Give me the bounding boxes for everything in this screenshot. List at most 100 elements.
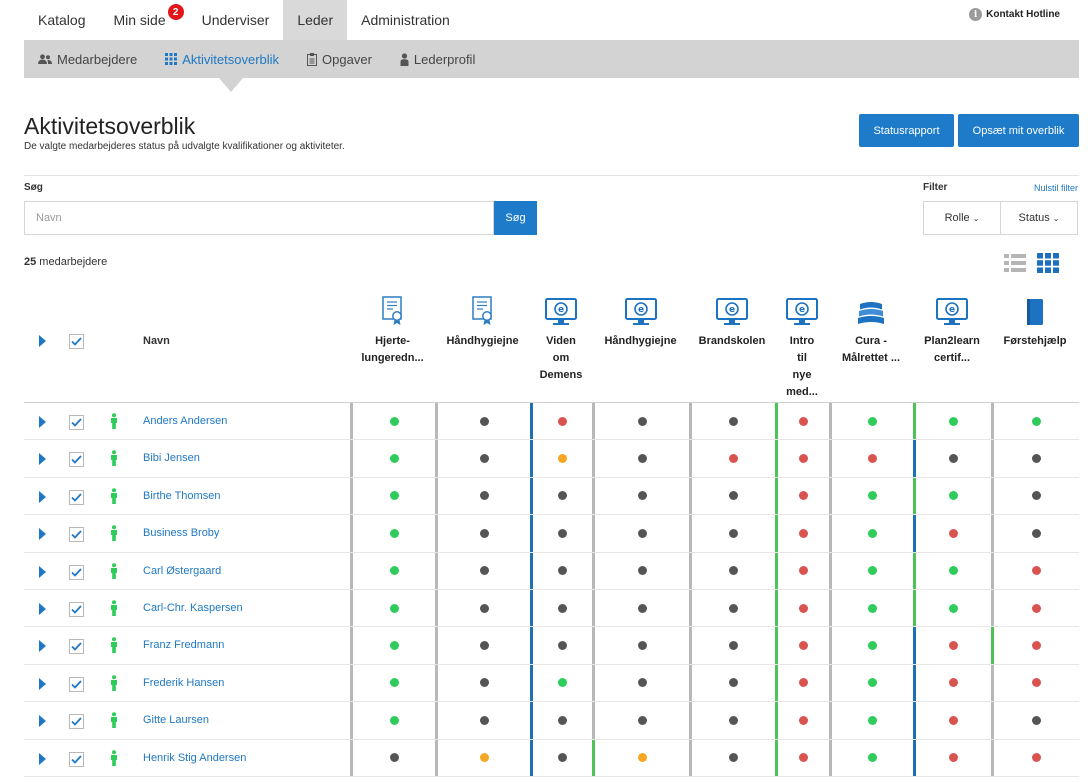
- status-cell[interactable]: [530, 664, 592, 702]
- status-cell[interactable]: [350, 589, 435, 627]
- status-cell[interactable]: [913, 477, 991, 515]
- status-cell[interactable]: [991, 589, 1079, 627]
- row-checkbox[interactable]: [69, 527, 84, 543]
- status-cell[interactable]: [991, 440, 1079, 477]
- contact-hotline-link[interactable]: i Kontakt Hotline: [969, 8, 1060, 21]
- employee-name-link[interactable]: Birthe Thomsen: [143, 490, 220, 502]
- status-cell[interactable]: [913, 440, 991, 477]
- column-header-1[interactable]: Håndhygiejne: [435, 286, 530, 350]
- status-cell[interactable]: [530, 477, 592, 515]
- status-report-button[interactable]: Statusrapport: [859, 114, 954, 147]
- status-cell[interactable]: [775, 477, 829, 515]
- status-cell[interactable]: [435, 552, 530, 589]
- status-cell[interactable]: [689, 702, 775, 739]
- status-cell[interactable]: [592, 515, 689, 552]
- status-dropdown[interactable]: Status ⌄: [1000, 202, 1077, 234]
- status-cell[interactable]: [829, 702, 913, 739]
- expand-row-icon[interactable]: [39, 752, 46, 765]
- tab-leder[interactable]: Leder: [283, 0, 348, 40]
- status-cell[interactable]: [689, 627, 775, 664]
- status-cell[interactable]: [592, 403, 689, 440]
- search-button[interactable]: Søg: [494, 201, 537, 235]
- status-cell[interactable]: [592, 627, 689, 664]
- status-cell[interactable]: [592, 477, 689, 515]
- employee-name-link[interactable]: Business Broby: [143, 527, 219, 539]
- status-cell[interactable]: [435, 702, 530, 739]
- status-cell[interactable]: [991, 515, 1079, 552]
- subnav-item-medarbejdere[interactable]: Medarbejdere: [38, 52, 137, 67]
- status-cell[interactable]: [991, 739, 1079, 776]
- status-cell[interactable]: [350, 664, 435, 702]
- tab-underviser[interactable]: Underviser: [188, 0, 284, 40]
- status-cell[interactable]: [350, 552, 435, 589]
- status-cell[interactable]: [435, 664, 530, 702]
- status-cell[interactable]: [592, 702, 689, 739]
- status-cell[interactable]: [689, 515, 775, 552]
- status-cell[interactable]: [592, 440, 689, 477]
- row-checkbox[interactable]: [69, 676, 84, 692]
- status-cell[interactable]: [829, 664, 913, 702]
- status-cell[interactable]: [435, 739, 530, 776]
- reset-filter-link[interactable]: Nulstil filter: [1034, 183, 1078, 193]
- row-checkbox[interactable]: [69, 489, 84, 505]
- expand-row-icon[interactable]: [39, 602, 46, 615]
- employee-name-link[interactable]: Anders Andersen: [143, 415, 227, 427]
- status-cell[interactable]: [829, 589, 913, 627]
- status-cell[interactable]: [775, 589, 829, 627]
- status-cell[interactable]: [775, 664, 829, 702]
- employee-name-link[interactable]: Carl Østergaard: [143, 565, 221, 577]
- status-cell[interactable]: [592, 552, 689, 589]
- expand-row-icon[interactable]: [39, 640, 46, 653]
- column-header-8[interactable]: Førstehjælp: [991, 286, 1079, 350]
- status-cell[interactable]: [991, 702, 1079, 739]
- status-cell[interactable]: [530, 702, 592, 739]
- expand-row-icon[interactable]: [39, 528, 46, 541]
- status-cell[interactable]: [689, 440, 775, 477]
- status-cell[interactable]: [775, 627, 829, 664]
- status-cell[interactable]: [775, 739, 829, 776]
- status-cell[interactable]: [592, 664, 689, 702]
- status-cell[interactable]: [350, 440, 435, 477]
- tab-administration[interactable]: Administration: [347, 0, 464, 40]
- name-column-header[interactable]: Navn: [143, 335, 170, 347]
- column-header-7[interactable]: e Plan2learn certif...: [913, 286, 991, 367]
- status-cell[interactable]: [775, 552, 829, 589]
- column-header-5[interactable]: e Intro til nye med...: [775, 286, 829, 401]
- status-cell[interactable]: [435, 440, 530, 477]
- status-cell[interactable]: [592, 739, 689, 776]
- status-cell[interactable]: [530, 589, 592, 627]
- status-cell[interactable]: [530, 739, 592, 776]
- column-header-3[interactable]: e Håndhygiejne: [592, 286, 689, 350]
- status-cell[interactable]: [689, 664, 775, 702]
- status-cell[interactable]: [689, 552, 775, 589]
- status-cell[interactable]: [775, 440, 829, 477]
- status-cell[interactable]: [350, 702, 435, 739]
- expand-row-icon[interactable]: [39, 416, 46, 428]
- employee-name-link[interactable]: Bibi Jensen: [143, 452, 200, 464]
- status-cell[interactable]: [775, 702, 829, 739]
- status-cell[interactable]: [913, 739, 991, 776]
- status-cell[interactable]: [775, 403, 829, 440]
- status-cell[interactable]: [913, 702, 991, 739]
- column-header-2[interactable]: e Viden om Demens: [530, 286, 592, 384]
- column-header-0[interactable]: Hjerte- lungeredn...: [350, 286, 435, 367]
- status-cell[interactable]: [530, 627, 592, 664]
- status-cell[interactable]: [435, 477, 530, 515]
- status-cell[interactable]: [689, 403, 775, 440]
- row-checkbox[interactable]: [69, 714, 84, 730]
- status-cell[interactable]: [913, 515, 991, 552]
- row-checkbox[interactable]: [69, 639, 84, 655]
- search-input[interactable]: [24, 201, 494, 235]
- status-cell[interactable]: [829, 403, 913, 440]
- row-checkbox[interactable]: [69, 751, 84, 767]
- status-cell[interactable]: [991, 477, 1079, 515]
- status-cell[interactable]: [829, 627, 913, 664]
- status-cell[interactable]: [530, 440, 592, 477]
- status-cell[interactable]: [689, 477, 775, 515]
- expand-all-icon[interactable]: [39, 335, 46, 347]
- status-cell[interactable]: [435, 627, 530, 664]
- status-cell[interactable]: [991, 403, 1079, 440]
- status-cell[interactable]: [913, 664, 991, 702]
- status-cell[interactable]: [592, 589, 689, 627]
- expand-row-icon[interactable]: [39, 565, 46, 578]
